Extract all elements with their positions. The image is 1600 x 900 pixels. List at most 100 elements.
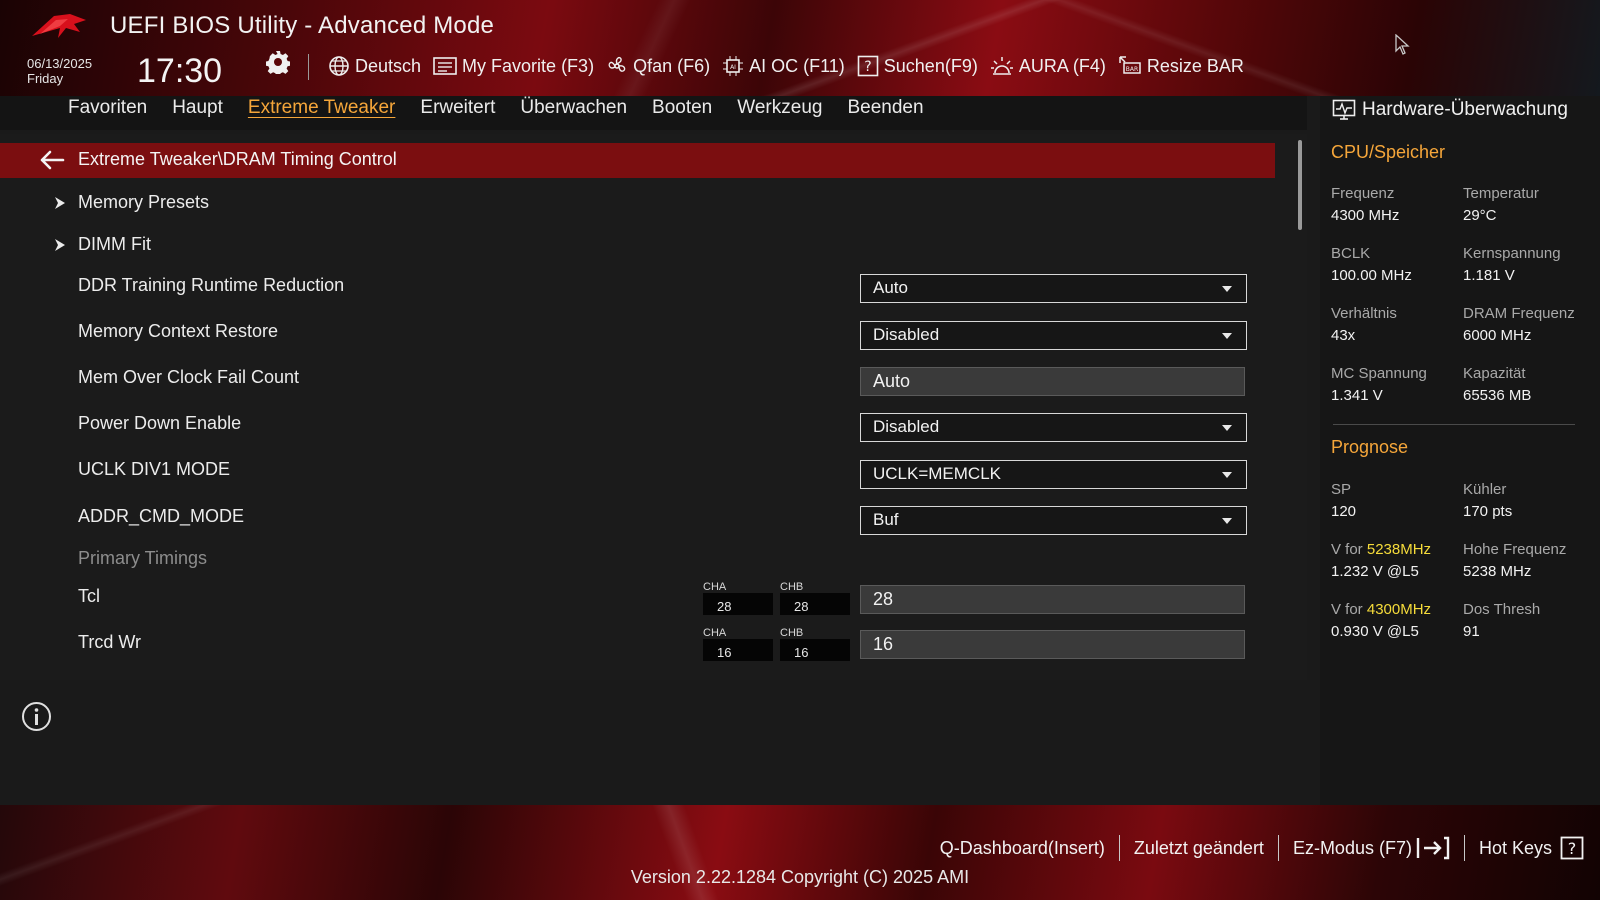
tab-haupt[interactable]: Haupt [172, 97, 223, 119]
scrollbar-thumb[interactable] [1298, 140, 1302, 230]
caret-down-icon [1222, 518, 1232, 524]
tab-erweitert[interactable]: Erweitert [420, 97, 495, 119]
cpu-memory-heading: CPU/Speicher [1331, 142, 1446, 162]
chb-value: 16 [780, 639, 850, 661]
hw-value: 100.00 MHz [1331, 267, 1412, 284]
mouse-pointer-icon [1395, 34, 1410, 55]
globe-icon [329, 56, 349, 76]
hw-label: Dos Thresh [1463, 601, 1541, 618]
last-changed-button[interactable]: Zuletzt geändert [1134, 838, 1264, 859]
hot-keys-button[interactable]: Hot Keys ? [1479, 836, 1584, 860]
section-heading: Primary Timings [78, 548, 208, 568]
q-dashboard-button[interactable]: Q-Dashboard(Insert) [940, 838, 1105, 859]
resize-bar-label: Resize BAR [1146, 55, 1244, 76]
breadcrumb-path: Extreme Tweaker\DRAM Timing Control [78, 149, 397, 169]
uclk-div1-mode-select[interactable]: UCLK=MEMCLK [860, 460, 1247, 489]
language-button[interactable]: Deutsch [328, 55, 421, 77]
svg-text:?: ? [1568, 839, 1577, 858]
hw-value: 29°C [1463, 207, 1497, 224]
favorite-list-icon [433, 57, 457, 75]
hw-label: Kühler [1463, 481, 1507, 498]
tab-beenden[interactable]: Beenden [847, 97, 923, 119]
setting-label: Memory Context Restore [78, 321, 279, 341]
main-tabs: Favoriten Haupt Extreme Tweaker Erweiter… [68, 97, 949, 119]
chevron-right-icon [55, 239, 65, 251]
timing-label: Trcd Wr [78, 632, 141, 652]
chevron-right-icon [55, 197, 65, 209]
my-favorite-button[interactable]: My Favorite (F3) [433, 56, 594, 77]
prognose-heading: Prognose [1331, 437, 1409, 457]
fan-icon [608, 56, 626, 72]
tab-werkzeug[interactable]: Werkzeug [737, 97, 822, 119]
hw-label: DRAM Frequenz [1463, 305, 1575, 322]
rog-logo-icon [32, 14, 86, 38]
svg-text:BAR: BAR [1126, 66, 1138, 73]
hw-label: Frequenz [1331, 185, 1395, 202]
aura-button[interactable]: AURA (F4) [990, 55, 1106, 77]
search-question-icon: ? [857, 55, 879, 77]
tab-ueberwachen[interactable]: Überwachen [520, 97, 627, 119]
weekday-text: Friday [27, 71, 64, 86]
hw-label: BCLK [1331, 245, 1371, 262]
setting-label: ADDR_CMD_MODE [78, 506, 245, 526]
caret-down-icon [1222, 472, 1232, 478]
resize-bar-button[interactable]: BAR Resize BAR [1118, 55, 1244, 77]
hw-value: 6000 MHz [1463, 327, 1532, 344]
tcl-input[interactable]: 28 [860, 585, 1245, 614]
chb-value: 28 [780, 593, 850, 615]
tab-extreme-tweaker[interactable]: Extreme Tweaker [248, 97, 395, 119]
ddr-training-runtime-reduction-select[interactable]: Auto [860, 274, 1247, 303]
hw-label: V for 4300MHz [1331, 601, 1431, 618]
tab-favoriten[interactable]: Favoriten [68, 97, 147, 119]
setting-label: Power Down Enable [78, 413, 242, 433]
setting-label: Mem Over Clock Fail Count [78, 367, 300, 387]
cha-value: 16 [703, 639, 773, 661]
toolbar: Deutsch My Favorite (F3) Qfan (F6) AI AI… [328, 52, 1256, 80]
date-text: 06/13/2025 [27, 56, 93, 71]
hw-divider [1333, 424, 1575, 425]
setting-label: UCLK DIV1 MODE [78, 459, 231, 479]
select-value: Disabled [873, 417, 940, 436]
mem-over-clock-fail-count-input[interactable]: Auto [860, 367, 1245, 396]
hw-value: 43x [1331, 327, 1356, 344]
hw-label: V for 5238MHz [1331, 541, 1431, 558]
ai-oc-button[interactable]: AI AI OC (F11) [722, 55, 845, 77]
hw-value: 170 pts [1463, 503, 1513, 520]
caret-down-icon [1222, 286, 1232, 292]
chb-label: CHB [780, 627, 804, 639]
chb-label: CHB [780, 581, 804, 593]
hw-value: 0.930 V @L5 [1331, 623, 1419, 640]
tab-booten[interactable]: Booten [652, 97, 712, 119]
hw-label: SP [1331, 481, 1352, 498]
ez-mode-button[interactable]: Ez-Modus (F7) [1293, 836, 1450, 860]
hw-label: Kernspannung [1463, 245, 1561, 262]
svg-text:?: ? [864, 59, 871, 75]
submenu-dimm-fit[interactable]: DIMM Fit [78, 234, 151, 255]
help-panel [0, 685, 1307, 805]
submenu-memory-presets[interactable]: Memory Presets [78, 192, 209, 213]
date-display: 06/13/2025 Friday [27, 56, 92, 86]
hw-label: MC Spannung [1331, 365, 1427, 382]
hw-value: 120 [1331, 503, 1357, 520]
qfan-button[interactable]: Qfan (F6) [606, 55, 710, 77]
power-down-enable-select[interactable]: Disabled [860, 413, 1247, 442]
gear-icon[interactable] [266, 50, 290, 74]
search-button[interactable]: ? Suchen(F9) [857, 55, 978, 77]
cha-label: CHA [703, 627, 727, 639]
hw-value: 65536 MB [1463, 387, 1532, 404]
back-arrow-icon[interactable] [39, 149, 65, 171]
ez-mode-label: Ez-Modus (F7) [1292, 837, 1412, 858]
setting-label: DDR Training Runtime Reduction [78, 275, 345, 295]
hot-keys-label: Hot Keys [1478, 837, 1552, 858]
select-value: Disabled [873, 325, 940, 344]
my-favorite-label: My Favorite (F3) [462, 55, 595, 76]
addr-cmd-mode-select[interactable]: Buf [860, 506, 1247, 535]
trcd-wr-input[interactable]: 16 [860, 630, 1245, 659]
memory-context-restore-select[interactable]: Disabled [860, 321, 1247, 350]
info-icon [22, 702, 51, 731]
hw-label: Kapazität [1463, 365, 1526, 382]
footer-separator [1118, 835, 1120, 861]
language-label: Deutsch [355, 55, 422, 76]
footer-separator [1463, 835, 1465, 861]
hw-value: 4300 MHz [1331, 207, 1400, 224]
